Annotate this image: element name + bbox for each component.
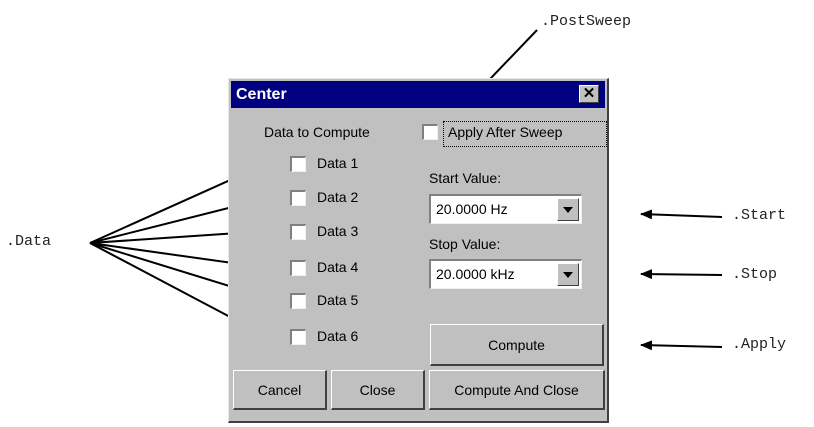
callout-start: .Start [732, 207, 787, 224]
apply-after-sweep-checkbox[interactable] [422, 124, 438, 140]
data-2-label[interactable]: Data 2 [317, 189, 358, 205]
callout-apply: .Apply [732, 336, 787, 353]
apply-after-sweep-label[interactable]: Apply After Sweep [448, 124, 562, 140]
compute-button[interactable]: Compute [430, 324, 604, 366]
data-4-label[interactable]: Data 4 [317, 259, 358, 275]
title-bar[interactable]: Center ✕ [231, 81, 605, 108]
close-icon[interactable]: ✕ [579, 85, 599, 103]
callout-postsweep: .PostSweep [541, 13, 632, 30]
data-1-label[interactable]: Data 1 [317, 155, 358, 171]
stop-value-text[interactable]: 20.0000 kHz [436, 266, 515, 282]
data-3-label[interactable]: Data 3 [317, 223, 358, 239]
data-6-label[interactable]: Data 6 [317, 328, 358, 344]
data-2-checkbox[interactable] [290, 190, 306, 206]
start-value-combo[interactable]: 20.0000 Hz [429, 194, 582, 224]
data-5-label[interactable]: Data 5 [317, 292, 358, 308]
dialog-title: Center [236, 86, 287, 103]
data-3-checkbox[interactable] [290, 224, 306, 240]
arrow-stop [640, 269, 723, 280]
start-value-label: Start Value: [429, 170, 502, 186]
stop-value-combo[interactable]: 20.0000 kHz [429, 259, 582, 289]
arrow-start [640, 209, 723, 220]
chevron-down-icon[interactable] [557, 198, 579, 221]
arrow-apply [640, 340, 723, 351]
chevron-down-icon[interactable] [557, 263, 579, 286]
center-dialog: Center ✕ Data to Compute Apply After Swe… [228, 78, 609, 423]
stop-value-label: Stop Value: [429, 236, 501, 252]
data-6-checkbox[interactable] [290, 329, 306, 345]
callout-data: .Data [6, 233, 52, 250]
start-value-text[interactable]: 20.0000 Hz [436, 201, 508, 217]
compute-and-close-button[interactable]: Compute And Close [429, 370, 605, 410]
data-to-compute-label: Data to Compute [264, 124, 370, 140]
data-5-checkbox[interactable] [290, 293, 306, 309]
data-4-checkbox[interactable] [290, 260, 306, 276]
data-1-checkbox[interactable] [290, 156, 306, 172]
cancel-button[interactable]: Cancel [233, 370, 327, 410]
close-button[interactable]: Close [331, 370, 425, 410]
callout-stop: .Stop [732, 266, 778, 283]
